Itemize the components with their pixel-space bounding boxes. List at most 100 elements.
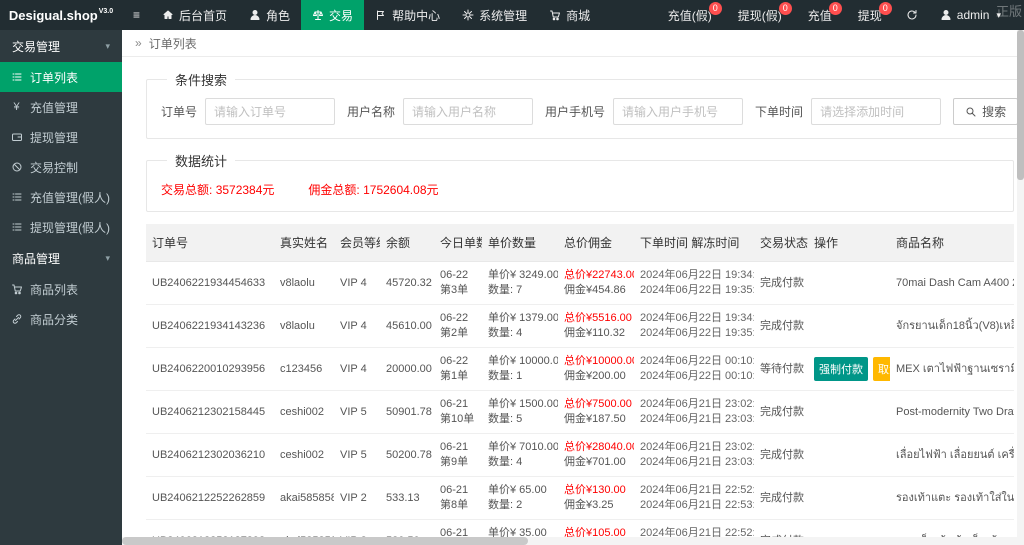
content: 条件搜索 订单号 用户名称 用户手机号 下单时间	[122, 58, 1024, 545]
menu-icon: ≡	[133, 8, 141, 22]
unit-qty-cell: 单价¥ 10000.00 数量: 1	[482, 347, 558, 391]
cancel-order-button[interactable]: 取消订单	[873, 357, 890, 381]
order-row: UB2406212252262859 akai585858 VIP 2 533.13 0…	[146, 476, 1014, 520]
sidebar: 交易管理 ▾ 订单列表 ¥ 充值管理 提现管理 交易控制 充值管理(假人) 提现管…	[0, 30, 122, 545]
unit-qty-cell: 单价¥ 1379.00 数量: 4	[482, 304, 558, 348]
chevron-down-icon: ▾	[105, 40, 110, 51]
topbar: Desigual.shop V3.0 ≡ 后台首页 角色 交易 帮助中心 系统管理…	[0, 0, 1024, 30]
sidebar-item-withdraw[interactable]: 提现管理	[0, 122, 122, 152]
nav-item-trade[interactable]: 交易	[301, 0, 365, 30]
user-name-input[interactable]	[403, 98, 534, 125]
stat-trade-total: 交易总额: 3572384元	[161, 183, 275, 197]
sidebar-section-label: 交易管理	[12, 39, 61, 54]
status-cell: 完成付款	[754, 476, 808, 520]
notice-badge: 0	[708, 2, 722, 15]
horizontal-scrollbar-thumb[interactable]	[122, 537, 528, 545]
real-name-cell: v8laolu	[274, 304, 334, 348]
balance-cell: 20000.00	[380, 347, 434, 391]
order-id-cell: UB2406212302036210	[146, 433, 274, 477]
order-row: UB2406212302158445 ceshi002 VIP 5 50901.78 0…	[146, 390, 1014, 434]
real-name-cell: akai585858	[274, 476, 334, 520]
level-cell: VIP 5	[334, 433, 380, 477]
stat-commission-total: 佣金总额: 1752604.08元	[308, 183, 439, 197]
actions-cell: 强制付款取消订单	[808, 347, 890, 391]
actions-cell	[808, 261, 890, 305]
product-cell: 70mai Dash Cam A400 2K กล้องติดรถยนต์ ดว	[890, 261, 1014, 305]
horizontal-scrollbar[interactable]	[122, 537, 1024, 545]
sidebar-item-recharge[interactable]: ¥ 充值管理	[0, 92, 122, 122]
sidebar-item-recharge-fake[interactable]: 充值管理(假人)	[0, 182, 122, 212]
nav-item-role[interactable]: 角色	[238, 0, 301, 30]
sidebar-item-goods-list[interactable]: 商品列表	[0, 274, 122, 304]
notice-recharge[interactable]: 充值 0	[795, 0, 845, 30]
nav-item-help-center[interactable]: 帮助中心	[364, 0, 451, 30]
sidebar-item-order-list[interactable]: 订单列表	[0, 62, 122, 92]
sidebar-item-label: 商品分类	[30, 312, 79, 327]
order-id-cell: UB2406221934143236	[146, 304, 274, 348]
admin-menu[interactable]: admin ▾	[929, 0, 1012, 30]
tab-order-list[interactable]: 订单列表	[149, 35, 197, 52]
search-panel-title: 条件搜索	[175, 73, 228, 88]
nav-item-dashboard[interactable]: 后台首页	[151, 0, 238, 30]
vertical-scrollbar-thumb[interactable]	[1017, 30, 1024, 180]
order-time-input[interactable]	[811, 98, 942, 125]
app-logo-text: Desigual.shop	[8, 7, 98, 23]
status-cell: 完成付款	[754, 304, 808, 348]
vertical-scrollbar[interactable]	[1017, 30, 1024, 545]
sidebar-toggle-button[interactable]: ≡	[122, 0, 151, 30]
order-row: UB2406221934143236 v8laolu VIP 4 45610.00 06…	[146, 304, 1014, 348]
real-name-cell: ceshi002	[274, 390, 334, 434]
today-cell: 06-21 第10单	[434, 390, 482, 434]
list-icon	[10, 221, 23, 233]
level-cell: VIP 4	[334, 261, 380, 305]
notice-recharge-fake[interactable]: 充值(假) 0	[655, 0, 725, 30]
sidebar-section-goods[interactable]: 商品管理 ▾	[0, 242, 122, 274]
notice-withdraw-fake[interactable]: 提现(假) 0	[725, 0, 795, 30]
nav-label: 帮助中心	[392, 8, 441, 23]
actions-cell	[808, 304, 890, 348]
product-cell: MEX เตาไฟฟ้าฐานเซรามิก 4 หัวเตา รุ่น HVC…	[890, 347, 1014, 391]
order-row: UB2406212302036210 ceshi002 VIP 5 50200.78 0…	[146, 433, 1014, 477]
col-level: 会员等级	[334, 224, 380, 262]
total-commission-cell: 总价¥5516.00 佣金¥110.32	[558, 304, 634, 348]
col-balance: 余额	[380, 224, 434, 262]
force-pay-button[interactable]: 强制付款	[814, 357, 868, 381]
col-product: 商品名称	[890, 224, 1014, 262]
level-cell: VIP 5	[334, 390, 380, 434]
ban-icon	[10, 161, 23, 173]
nav-item-system[interactable]: 系统管理	[451, 0, 538, 30]
search-button[interactable]: 搜索	[953, 98, 1019, 125]
notice-withdraw[interactable]: 提现 0	[845, 0, 895, 30]
col-status: 交易状态	[754, 224, 808, 262]
col-actions: 操作	[808, 224, 890, 262]
sidebar-item-goods-category[interactable]: 商品分类	[0, 304, 122, 334]
col-times: 下单时间 解冻时间	[634, 224, 754, 262]
unit-qty-cell: 单价¥ 1500.00 数量: 5	[482, 390, 558, 434]
total-commission-cell: 总价¥28040.00 佣金¥701.00	[558, 433, 634, 477]
col-total-commission: 总价佣金	[558, 224, 634, 262]
user-phone-input[interactable]	[613, 98, 744, 125]
sidebar-item-label: 提现管理	[30, 130, 79, 145]
orders-tbody: UB2406221934454633 v8laolu VIP 4 45720.32 06…	[146, 261, 1014, 545]
sidebar-item-trade-control[interactable]: 交易控制	[0, 152, 122, 182]
order-time-label: 下单时间	[755, 105, 804, 119]
sidebar-section-label: 商品管理	[12, 251, 61, 266]
today-cell: 06-22 第3单	[434, 261, 482, 305]
today-cell: 06-22 第2单	[434, 304, 482, 348]
refresh-button[interactable]	[895, 0, 929, 30]
link-icon	[10, 313, 23, 325]
today-cell: 06-21 第9单	[434, 433, 482, 477]
table-header-row: 订单号 真实姓名 会员等级 余额 今日单数 单价数量 总价佣金 下单时间 解冻时…	[146, 224, 1014, 262]
total-commission-cell: 总价¥7500.00 佣金¥187.50	[558, 390, 634, 434]
order-id-label: 订单号	[161, 105, 198, 119]
nav-item-mall[interactable]: 商城	[538, 0, 601, 30]
today-cell: 06-21 第8单	[434, 476, 482, 520]
total-commission-cell: 总价¥10000.00 佣金¥200.00	[558, 347, 634, 391]
sidebar-item-withdraw-fake[interactable]: 提现管理(假人)	[0, 212, 122, 242]
today-cell: 06-22 第1单	[434, 347, 482, 391]
order-id-input[interactable]	[205, 98, 336, 125]
product-cell: Post-modernity Two Drawer Mirror Nightst…	[890, 390, 1014, 434]
sidebar-section-trade[interactable]: 交易管理 ▾	[0, 30, 122, 62]
withdraw-icon	[10, 131, 23, 143]
time-cell: 2024年06月22日 00:10:292024年06月22日 00:10:29	[634, 347, 754, 391]
